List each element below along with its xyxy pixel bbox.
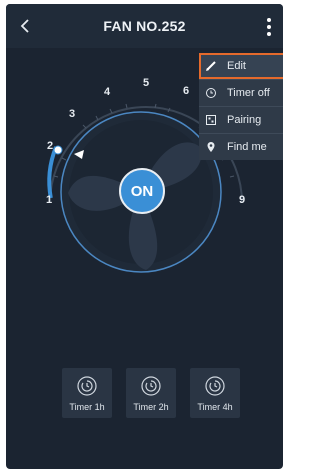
more-menu-icon[interactable]	[261, 16, 277, 38]
dropdown-menu: Edit Timer off Pairing Find me	[199, 53, 283, 160]
menu-item-edit[interactable]: Edit	[199, 53, 283, 80]
location-pin-icon	[199, 135, 223, 159]
timer-icon	[141, 376, 161, 396]
power-button[interactable]: ON	[119, 168, 165, 214]
menu-item-label: Pairing	[227, 114, 262, 126]
tick-label-3: 3	[68, 108, 76, 120]
menu-item-pairing[interactable]: Pairing	[199, 107, 283, 134]
timer-icon	[205, 376, 225, 396]
clock-icon	[199, 81, 223, 105]
menu-item-find-me[interactable]: Find me	[199, 134, 283, 160]
header-bar: FAN NO.252	[6, 4, 283, 48]
timer-1h-button[interactable]: Timer 1h	[62, 368, 112, 418]
pairing-icon	[199, 108, 223, 132]
app-screen: FAN NO.252 1 2 3 4 5 6 9 ON Edit Timer o…	[6, 4, 283, 469]
timer-label: Timer 1h	[69, 402, 105, 412]
level-marker[interactable]	[53, 145, 63, 155]
pencil-icon	[199, 54, 223, 78]
menu-item-label: Timer off	[227, 87, 270, 99]
tick-label-5: 5	[142, 77, 150, 89]
tick-label-1: 1	[45, 194, 53, 206]
timer-icon	[77, 376, 97, 396]
menu-item-timer-off[interactable]: Timer off	[199, 80, 283, 107]
timer-buttons: Timer 1h Timer 2h Timer 4h	[62, 368, 242, 418]
tick-label-2: 2	[46, 140, 54, 152]
tick-label-6: 6	[182, 85, 190, 97]
timer-4h-button[interactable]: Timer 4h	[190, 368, 240, 418]
menu-item-label: Edit	[227, 60, 246, 72]
tick-label-4: 4	[103, 86, 111, 98]
timer-2h-button[interactable]: Timer 2h	[126, 368, 176, 418]
page-title: FAN NO.252	[103, 18, 186, 34]
tick-label-9: 9	[238, 194, 246, 206]
menu-item-label: Find me	[227, 141, 267, 153]
timer-label: Timer 4h	[197, 402, 233, 412]
timer-label: Timer 2h	[133, 402, 169, 412]
